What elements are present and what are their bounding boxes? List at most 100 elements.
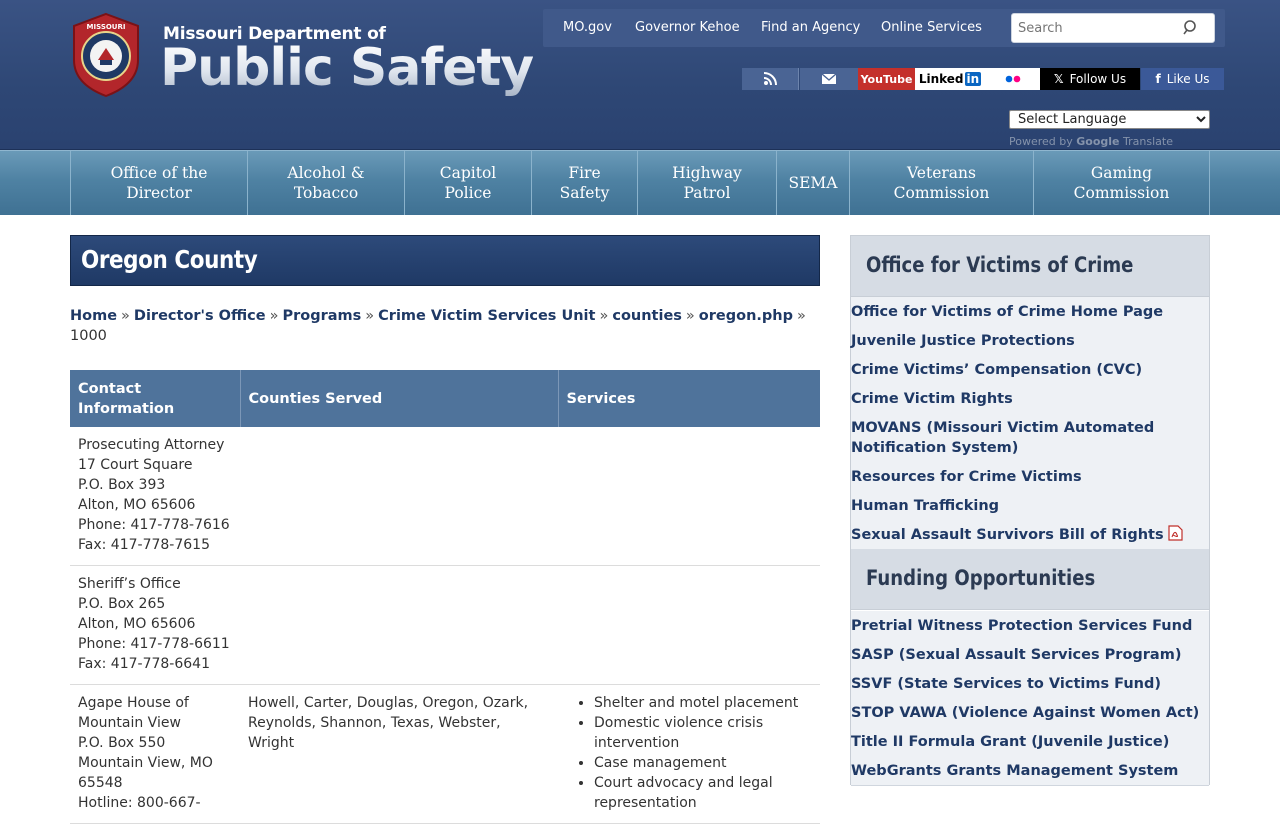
sidebar-link-sexual-assault-rights[interactable]: Sexual Assault Survivors Bill of Rights (851, 520, 1209, 552)
flickr-icon[interactable] (985, 68, 1040, 90)
sidebar-link-juvenile-justice[interactable]: Juvenile Justice Protections (851, 326, 1209, 356)
sidebar-link-label: Sexual Assault Survivors Bill of Rights (851, 527, 1164, 543)
translate-link[interactable]: Translate (1123, 135, 1173, 148)
contact-line: Alton, MO 65606 (78, 616, 196, 632)
breadcrumb-separator: » (599, 308, 609, 324)
contact-line: Sheriff’s Office (78, 576, 181, 592)
powered-by-label: Powered by (1009, 135, 1073, 148)
language-select[interactable]: Select Language (1009, 110, 1210, 129)
nav-item-gaming[interactable]: Gaming Commission (1034, 151, 1210, 215)
breadcrumb-crime-victim-services[interactable]: Crime Victim Services Unit (378, 308, 595, 324)
logo-title[interactable]: Public Safety (160, 39, 534, 97)
contact-line: Fax: 417-778-6641 (78, 656, 210, 672)
google-translate-credit: Powered by Google Translate (1009, 135, 1173, 148)
nav-label: Gaming Commission (1073, 164, 1170, 202)
rss-icon[interactable] (742, 68, 799, 90)
site-header: MISSOURI Missouri Department of Public S… (0, 0, 1280, 150)
sidebar-link-webgrants[interactable]: WebGrants Grants Management System (851, 756, 1209, 786)
breadcrumb-separator: » (685, 308, 695, 324)
sidebar-link-cvc[interactable]: Crime Victims’ Compensation (CVC) (851, 355, 1209, 385)
facebook-like-label: Like Us (1166, 72, 1210, 86)
facebook-icon: f (1155, 72, 1161, 86)
breadcrumb-programs[interactable]: Programs (282, 308, 361, 324)
nav-label: Veterans Commission (893, 164, 990, 202)
youtube-icon[interactable]: YouTube (858, 68, 915, 90)
contact-line: Mountain View, MO 65548 (78, 755, 213, 791)
table-row: Sheriff’s Office P.O. Box 265 Alton, MO … (70, 565, 820, 685)
breadcrumb-separator: » (269, 308, 279, 324)
linkedin-icon[interactable]: Linked in (915, 68, 985, 90)
contact-cell: Sheriff’s Office P.O. Box 265 Alton, MO … (70, 565, 240, 685)
search-box (1011, 13, 1215, 43)
sidebar-link-human-trafficking[interactable]: Human Trafficking (851, 491, 1209, 521)
sidebar-section-header: Funding Opportunities (851, 549, 1209, 610)
x-follow-label: Follow Us (1069, 72, 1127, 86)
youtube-label: YouTube (860, 72, 913, 86)
breadcrumb-separator: » (797, 308, 806, 324)
list-item: Court advocacy and legal representation (594, 773, 812, 813)
social-bar: YouTube Linked in 𝕏 Follow Us f Like Us (742, 68, 1224, 90)
contact-line: P.O. Box 393 (78, 477, 166, 493)
contact-line: Phone: 417-778-6611 (78, 636, 230, 652)
sidebar: Office for Victims of Crime Office for V… (850, 235, 1210, 786)
svg-text:MISSOURI: MISSOURI (87, 23, 126, 31)
contact-line: 17 Court Square (78, 457, 193, 473)
sidebar-link-ssvf[interactable]: SSVF (State Services to Victims Fund) (851, 669, 1209, 699)
sidebar-link-title-ii[interactable]: Title II Formula Grant (Juvenile Justice… (851, 727, 1209, 757)
column-header-counties: Counties Served (240, 370, 559, 427)
list-item: Case management (594, 753, 812, 773)
sidebar-link-movans[interactable]: MOVANS (Missouri Victim Automated Notifi… (851, 413, 1209, 463)
nav-item-capitol-police[interactable]: Capitol Police (405, 151, 532, 215)
email-icon[interactable] (800, 68, 858, 90)
x-follow-button[interactable]: 𝕏 Follow Us (1040, 68, 1140, 90)
breadcrumb-directors-office[interactable]: Director's Office (134, 308, 266, 324)
nav-item-alcohol-tobacco[interactable]: Alcohol & Tobacco (248, 151, 405, 215)
counties-cell: Howell, Carter, Douglas, Oregon, Ozark, … (240, 684, 558, 824)
services-cell (558, 565, 820, 685)
seal-icon[interactable]: MISSOURI (70, 12, 142, 98)
counties-cell (240, 565, 558, 685)
nav-item-veterans[interactable]: Veterans Commission (850, 151, 1034, 215)
contact-line: P.O. Box 265 (78, 596, 166, 612)
util-link-online-services[interactable]: Online Services (881, 20, 982, 35)
search-icon[interactable] (1182, 19, 1200, 37)
search-input[interactable] (1016, 18, 1176, 38)
pdf-icon (1168, 525, 1183, 547)
nav-item-sema[interactable]: SEMA (777, 151, 850, 215)
contact-line: Hotline: 800-667- (78, 795, 201, 811)
sidebar-section-header: Office for Victims of Crime (851, 236, 1209, 297)
nav-item-fire-safety[interactable]: Fire Safety (532, 151, 638, 215)
sidebar-link-pretrial-witness[interactable]: Pretrial Witness Protection Services Fun… (851, 611, 1209, 641)
google-logo-text: Google (1076, 135, 1120, 148)
column-header-contact: Contact Information (70, 370, 241, 427)
breadcrumb-counties[interactable]: counties (612, 308, 682, 324)
x-icon: 𝕏 (1053, 72, 1064, 86)
sidebar-link-stop-vawa[interactable]: STOP VAWA (Violence Against Women Act) (851, 698, 1209, 728)
sidebar-link-resources[interactable]: Resources for Crime Victims (851, 462, 1209, 492)
sidebar-link-crime-victim-rights[interactable]: Crime Victim Rights (851, 384, 1209, 414)
nav-label: SEMA (788, 174, 838, 192)
contacts-table: Contact Information Counties Served Serv… (70, 370, 820, 824)
breadcrumb-home[interactable]: Home (70, 308, 117, 324)
counties-cell (240, 427, 558, 566)
page-title-bar: Oregon County (70, 235, 820, 286)
table-header-row: Contact Information Counties Served Serv… (70, 370, 820, 427)
contact-cell: Agape House of Mountain View P.O. Box 55… (70, 684, 240, 824)
breadcrumb-current: 1000 (70, 328, 107, 344)
page-title: Oregon County (81, 245, 258, 274)
contact-line: P.O. Box 550 (78, 735, 166, 751)
breadcrumb-separator: » (365, 308, 375, 324)
contact-cell: Prosecuting Attorney 17 Court Square P.O… (70, 427, 240, 566)
nav-item-director[interactable]: Office of the Director (70, 151, 248, 215)
sidebar-section-title: Office for Victims of Crime (866, 253, 1134, 277)
breadcrumb-oregon[interactable]: oregon.php (699, 308, 793, 324)
breadcrumb: Home» Director's Office» Programs» Crime Vi… (70, 306, 820, 346)
util-link-governor[interactable]: Governor Kehoe (635, 20, 740, 35)
sidebar-link-ovc-home[interactable]: Office for Victims of Crime Home Page (851, 297, 1209, 327)
nav-item-highway-patrol[interactable]: Highway Patrol (638, 151, 777, 215)
util-link-mo-gov[interactable]: MO.gov (563, 20, 612, 35)
util-link-find-agency[interactable]: Find an Agency (761, 20, 860, 35)
sidebar-link-sasp[interactable]: SASP (Sexual Assault Services Program) (851, 640, 1209, 670)
linkedin-badge: in (964, 72, 982, 86)
facebook-like-button[interactable]: f Like Us (1141, 68, 1224, 90)
